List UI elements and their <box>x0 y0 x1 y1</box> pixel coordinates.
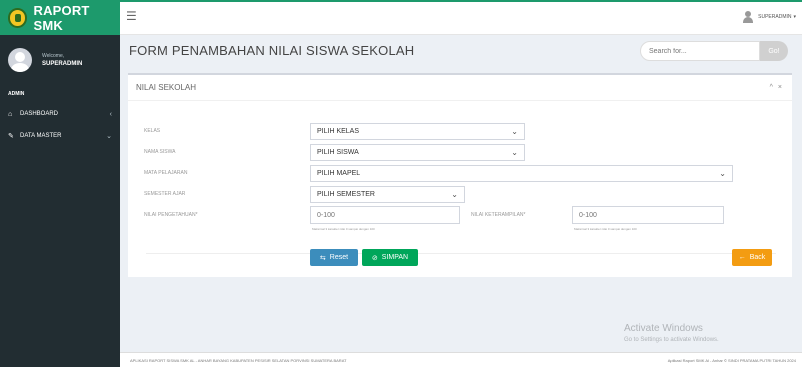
reset-icon: ⇆ <box>319 254 326 262</box>
sidebar: RAPORT SMK Welcome, SUPERADMIN ADMIN ⌂ D… <box>0 0 120 367</box>
arrow-left-icon: ← <box>738 254 746 261</box>
user-menu[interactable]: SUPERADMIN ▾ <box>743 11 796 23</box>
save-button[interactable]: ⊘ SIMPAN <box>362 249 418 266</box>
brand-title: RAPORT SMK <box>33 2 90 33</box>
footer-right-text: Aplikasi Raport SMK Al - Anhar © SINDI P… <box>667 358 796 363</box>
search-go-button[interactable]: Go! <box>760 41 788 61</box>
chevron-down-icon: ⌄ <box>106 133 112 140</box>
siswa-label: NAMA SISWA <box>144 149 176 155</box>
divider <box>146 253 776 254</box>
semester-value: PILIH SEMESTER <box>317 191 375 198</box>
footer-left-text: APLIKASI RAPORT SISWA SMK AL - ANHAR BAY… <box>130 358 347 363</box>
brand[interactable]: RAPORT SMK <box>0 0 120 35</box>
caret-down-icon: ▾ <box>793 14 796 20</box>
menu-toggle-icon[interactable]: ☰ <box>126 9 137 23</box>
siswa-select[interactable]: PILIH SISWA ⌄ <box>310 144 525 161</box>
user-panel: Welcome, SUPERADMIN <box>0 35 120 85</box>
mapel-label: MATA PELAJARAN <box>144 170 188 176</box>
user-icon <box>743 11 754 23</box>
activation-watermark-sub: Go to Settings to activate Windows. <box>624 337 719 343</box>
sidebar-item-label: DASHBOARD <box>20 111 59 117</box>
footer: APLIKASI RAPORT SISWA SMK AL - ANHAR BAY… <box>120 352 802 367</box>
sidebar-item-dashboard[interactable]: ⌂ DASHBOARD ‹ <box>0 103 120 125</box>
pengetahuan-label: NILAI PENGETAHUAN* <box>144 212 198 218</box>
avatar <box>8 48 32 72</box>
mapel-value: PILIH MAPEL <box>317 170 361 177</box>
sidebar-item-label: DATA MASTER <box>20 133 62 139</box>
activation-watermark: Activate Windows <box>624 323 703 334</box>
welcome-text: Welcome, <box>42 53 65 59</box>
chevron-down-icon: ⌄ <box>451 190 458 199</box>
chevron-left-icon: ‹ <box>109 110 112 118</box>
main-content: FORM PENAMBAHAN NILAI SISWA SEKOLAH Go! … <box>120 35 802 367</box>
keterampilan-label: NILAI KETERAMPILAN* <box>471 212 526 218</box>
semester-label: SEMESTER AJAR <box>144 191 186 197</box>
mapel-select[interactable]: PILIH MAPEL ⌄ <box>310 165 733 182</box>
reset-button[interactable]: ⇆ Reset <box>310 249 358 266</box>
kelas-select[interactable]: PILIH KELAS ⌄ <box>310 123 525 140</box>
sidebar-item-data-master[interactable]: ✎ DATA MASTER ⌄ <box>0 125 120 147</box>
keterampilan-input[interactable] <box>572 206 724 224</box>
chevron-down-icon: ⌄ <box>511 148 518 157</box>
siswa-value: PILIH SISWA <box>317 149 359 156</box>
semester-select[interactable]: PILIH SEMESTER ⌄ <box>310 186 465 203</box>
chevron-down-icon: ⌄ <box>511 127 518 136</box>
collapse-icon[interactable]: ^ <box>770 84 773 91</box>
school-logo-icon <box>8 7 28 28</box>
nilai-card: NILAI SEKOLAH ^ × KELAS PILIH KELAS ⌄ NA… <box>128 73 792 277</box>
keterampilan-hint: Maksimal 3 karakter nilai 0 sampai denga… <box>574 227 637 231</box>
pengetahuan-hint: Maksimal 3 karakter nilai 0 sampai denga… <box>312 227 375 231</box>
card-title: NILAI SEKOLAH <box>136 83 197 92</box>
home-icon: ⌂ <box>8 110 13 118</box>
page-title: FORM PENAMBAHAN NILAI SISWA SEKOLAH <box>129 43 415 58</box>
kelas-label: KELAS <box>144 128 161 134</box>
kelas-value: PILIH KELAS <box>317 128 360 135</box>
back-button[interactable]: ← Back <box>732 249 772 266</box>
close-icon[interactable]: × <box>778 84 782 91</box>
topbar: ☰ SUPERADMIN ▾ <box>120 0 802 35</box>
chevron-down-icon: ⌄ <box>719 169 726 178</box>
search-input[interactable] <box>640 41 760 61</box>
check-circle-icon: ⊘ <box>371 254 378 262</box>
edit-icon: ✎ <box>8 133 14 140</box>
pengetahuan-input[interactable] <box>310 206 460 224</box>
sidebar-section-admin: ADMIN <box>8 91 25 97</box>
top-username: SUPERADMIN <box>758 14 792 20</box>
username: SUPERADMIN <box>42 61 83 67</box>
card-header: NILAI SEKOLAH ^ × <box>128 75 792 101</box>
